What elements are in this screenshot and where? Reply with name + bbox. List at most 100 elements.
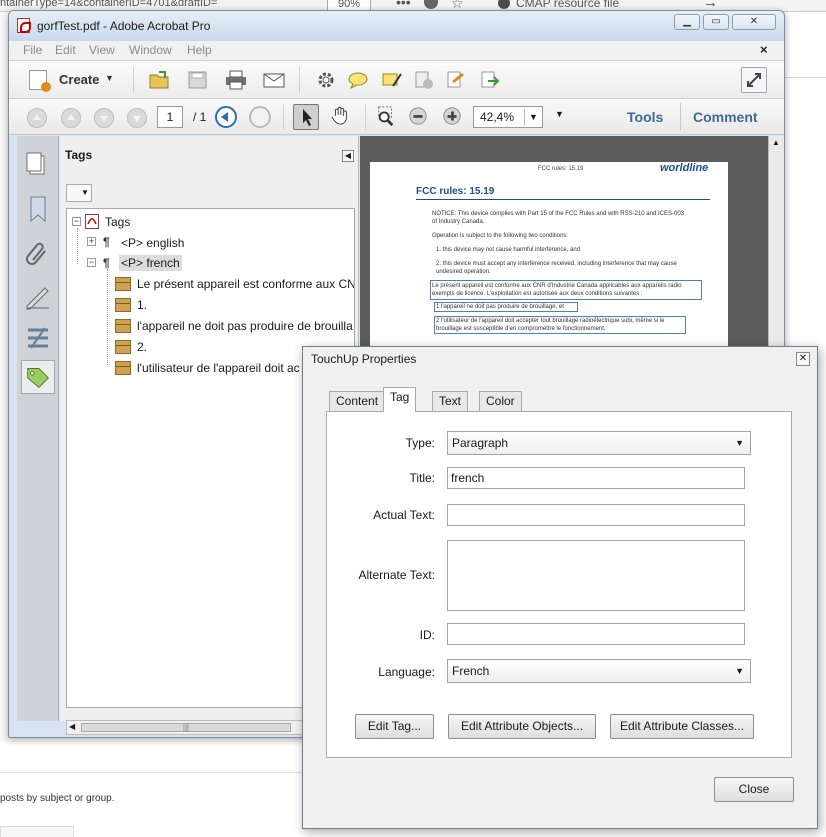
actual-text-field[interactable] xyxy=(447,504,745,526)
edit-attribute-objects-button[interactable]: Edit Attribute Objects... xyxy=(448,714,596,739)
language-select[interactable]: French ▼ xyxy=(447,659,751,683)
expand-arrows-icon xyxy=(747,73,761,87)
maximize-button[interactable]: ▭ xyxy=(703,14,729,30)
scroll-up-icon[interactable]: ▲ xyxy=(772,138,780,147)
id-label: ID: xyxy=(419,628,435,642)
toolbar-overflow-icon[interactable]: ▼ xyxy=(555,109,564,119)
marquee-zoom-icon[interactable] xyxy=(375,106,397,126)
chevron-down-icon[interactable]: ▼ xyxy=(524,109,542,126)
pdf-line: brouillage est susceptible d'en comprome… xyxy=(436,326,606,332)
tab-content[interactable]: Content xyxy=(329,391,386,411)
zoom-level-value: 42,4% xyxy=(480,110,515,124)
comment-pane-button[interactable]: Comment xyxy=(693,109,758,125)
collapse-panel-icon[interactable]: ◀ xyxy=(342,150,354,162)
export-document-icon[interactable] xyxy=(479,70,501,90)
hand-tool-icon[interactable] xyxy=(329,105,351,125)
tab-tag[interactable]: Tag xyxy=(383,387,417,412)
browser-url[interactable]: ntainerType=14&containerID=4701&draftID= xyxy=(0,0,217,9)
expand-toggle-icon[interactable]: + xyxy=(87,237,96,246)
tag-child-item[interactable]: Le présent appareil est conforme aux CNR xyxy=(137,277,354,291)
open-folder-icon[interactable] xyxy=(149,70,171,90)
background-footer-text: posts by subject or group. xyxy=(0,793,115,804)
first-page-icon[interactable] xyxy=(27,108,47,128)
close-icon[interactable]: ✕ xyxy=(796,352,810,366)
next-view-icon[interactable] xyxy=(249,106,271,128)
minimize-button[interactable]: ▁ xyxy=(674,14,700,30)
redact-icon[interactable] xyxy=(413,70,435,90)
create-pdf-icon xyxy=(29,70,51,92)
email-icon[interactable] xyxy=(263,70,285,90)
zoom-level-select[interactable]: 42,4% ▼ xyxy=(473,106,543,128)
bookmark-icon xyxy=(498,0,510,9)
tag-child-item[interactable]: 2. xyxy=(137,340,147,354)
alternate-text-label: Alternate Text: xyxy=(358,568,436,582)
zoom-out-icon[interactable] xyxy=(407,106,429,126)
menu-help[interactable]: Help xyxy=(187,43,212,57)
tag-english[interactable]: <P> english xyxy=(121,236,184,250)
previous-view-icon[interactable] xyxy=(215,106,237,128)
chevron-down-icon: ▼ xyxy=(105,73,114,83)
tags-root-pdf-icon xyxy=(85,214,99,229)
title-field[interactable]: french xyxy=(447,467,745,489)
close-button[interactable]: Close xyxy=(714,777,794,802)
close-document-icon[interactable]: × xyxy=(760,42,768,57)
window-titlebar[interactable]: gorfTest.pdf - Adobe Acrobat Pro ▁ ▭ ✕ xyxy=(9,11,784,41)
tag-child-item[interactable]: 1. xyxy=(137,298,147,312)
tags-root-label[interactable]: Tags xyxy=(105,215,130,229)
more-icon[interactable]: ••• xyxy=(396,0,411,10)
tree-line xyxy=(77,228,78,264)
bookmark-item[interactable]: CMAP resource file xyxy=(498,0,619,10)
order-panel-icon[interactable] xyxy=(21,322,55,356)
language-value: French xyxy=(452,664,490,678)
type-label: Type: xyxy=(405,436,435,450)
last-page-icon[interactable] xyxy=(127,108,147,128)
pocket-icon[interactable] xyxy=(424,0,438,9)
tools-pane-button[interactable]: Tools xyxy=(627,109,663,125)
arrow-cursor-icon xyxy=(303,109,312,126)
collapse-toggle-icon[interactable]: − xyxy=(72,217,81,226)
previous-page-icon[interactable] xyxy=(61,108,81,128)
window-close-button[interactable]: ✕ xyxy=(732,14,776,30)
menu-edit[interactable]: Edit xyxy=(55,43,76,57)
page-number-input[interactable]: 1 xyxy=(157,106,183,128)
menu-file[interactable]: File xyxy=(23,43,42,57)
pdf-page: FCC rules: 15.19 worldline FCC rules: 15… xyxy=(370,162,728,362)
select-cursor-icon[interactable] xyxy=(293,104,319,130)
gear-icon[interactable] xyxy=(315,70,337,90)
save-icon[interactable] xyxy=(187,70,209,90)
pdf-line: 1 l'appareil ne doit pas produire de bro… xyxy=(436,304,564,310)
menu-view[interactable]: View xyxy=(89,43,115,57)
signatures-icon[interactable] xyxy=(21,280,55,314)
scrollbar-thumb[interactable]: ||| xyxy=(81,723,291,732)
tag-french-selected[interactable]: <P> french xyxy=(119,255,182,271)
toolbar-divider xyxy=(283,104,284,130)
next-page-icon[interactable] xyxy=(94,108,114,128)
zoom-in-icon[interactable] xyxy=(441,106,463,126)
sign-document-icon[interactable] xyxy=(445,70,467,90)
type-select[interactable]: Paragraph ▼ xyxy=(447,431,751,455)
tag-child-item[interactable]: l'appareil ne doit pas produire de broui… xyxy=(137,319,353,333)
comment-bubble-icon[interactable] xyxy=(347,70,369,90)
toolbar-divider xyxy=(680,103,681,131)
highlight-pen-icon[interactable] xyxy=(381,70,403,90)
page-thumbnails-icon[interactable] xyxy=(21,148,55,182)
tag-properties-panel: Type: Paragraph ▼ Title: french Actual T… xyxy=(326,411,792,758)
edit-tag-button[interactable]: Edit Tag... xyxy=(355,714,434,739)
tag-icon[interactable] xyxy=(21,360,55,394)
attachments-paperclip-icon[interactable] xyxy=(21,236,55,270)
expand-view-button[interactable] xyxy=(741,67,767,93)
tag-child-item[interactable]: l'utilisateur de l'appareil doit ac xyxy=(137,361,300,375)
create-button[interactable]: Create ▼ xyxy=(27,67,121,93)
id-field[interactable] xyxy=(447,623,745,645)
scroll-left-icon[interactable]: ◀ xyxy=(69,722,75,731)
alternate-text-field[interactable] xyxy=(447,540,745,611)
print-icon[interactable] xyxy=(225,70,247,90)
touchup-properties-dialog: TouchUp Properties ✕ Content Tag Text Co… xyxy=(302,346,818,829)
bookmarks-icon[interactable] xyxy=(21,192,55,226)
collapse-toggle-icon[interactable]: − xyxy=(87,258,96,267)
tab-text[interactable]: Text xyxy=(432,391,469,411)
tab-color[interactable]: Color xyxy=(479,391,522,411)
menu-window[interactable]: Window xyxy=(129,43,172,57)
options-menu-icon[interactable]: ▼ xyxy=(66,184,92,202)
edit-attribute-classes-button[interactable]: Edit Attribute Classes... xyxy=(610,714,754,739)
